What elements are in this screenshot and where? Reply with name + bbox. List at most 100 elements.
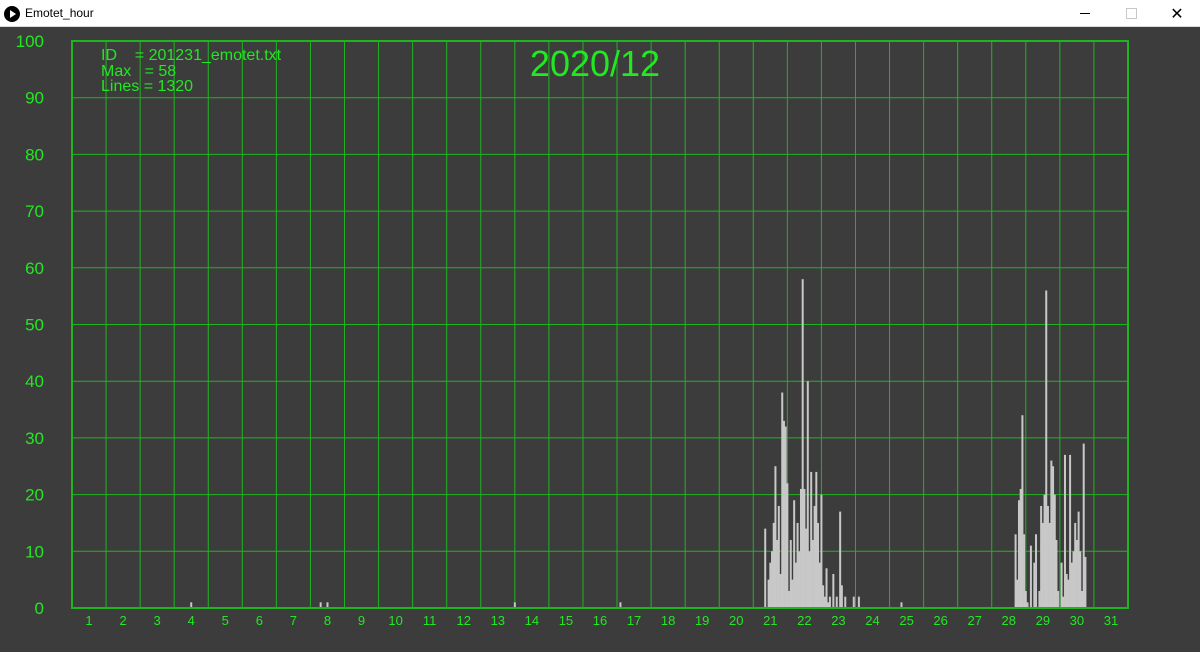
- x-tick-label: 31: [1104, 613, 1118, 628]
- chart-bar: [793, 500, 796, 608]
- x-tick-label: 26: [933, 613, 947, 628]
- chart-bar: [1077, 511, 1080, 608]
- chart-bar: [839, 511, 842, 608]
- window-title: Emotet_hour: [25, 6, 94, 20]
- y-tick-label: 20: [25, 486, 44, 505]
- chart-bar: [818, 562, 821, 608]
- chart-bar: [852, 596, 855, 608]
- chart-bar: [1069, 454, 1072, 608]
- chart-bar: [1067, 579, 1070, 608]
- chart-bar: [796, 522, 799, 608]
- window-titlebar[interactable]: Emotet_hour ✕: [0, 0, 1200, 27]
- chart-bar: [1060, 562, 1063, 608]
- chart-bar: [1082, 443, 1085, 608]
- chart-bar: [1045, 290, 1048, 608]
- chart-bar: [811, 539, 814, 608]
- x-tick-label: 14: [525, 613, 539, 628]
- chart-bar: [1033, 562, 1036, 608]
- x-tick-label: 27: [967, 613, 981, 628]
- x-tick-label: 18: [661, 613, 675, 628]
- chart-bar: [782, 420, 785, 608]
- maximize-button[interactable]: [1108, 0, 1154, 27]
- x-tick-label: 6: [256, 613, 263, 628]
- x-tick-label: 5: [222, 613, 229, 628]
- chart-grid: [72, 40, 1128, 609]
- chart-bar: [1075, 539, 1078, 608]
- chart-bar: [1081, 590, 1084, 608]
- x-tick-label: 29: [1036, 613, 1050, 628]
- chart-title: 2020/12: [530, 43, 660, 84]
- chart-bar: [1063, 454, 1066, 608]
- x-tick-label: 12: [457, 613, 471, 628]
- x-tick-label: 13: [491, 613, 505, 628]
- x-tick-label: 25: [899, 613, 913, 628]
- y-tick-label: 100: [16, 32, 44, 51]
- chart-bar: [784, 426, 787, 608]
- x-axis-ticks: 1 2 3 4 5 6 7 8 9 10 11 12 13 14 15 16 17 18 19 20 21 22 23 24 2…: [85, 613, 1118, 628]
- chart-bar: [844, 596, 847, 608]
- y-tick-label: 90: [25, 89, 44, 108]
- chart-bar: [825, 568, 828, 608]
- chart-bar: [1024, 590, 1027, 608]
- x-tick-label: 22: [797, 613, 811, 628]
- close-icon: ✕: [1170, 5, 1184, 23]
- x-tick-label: 8: [324, 613, 331, 628]
- chart-bar: [823, 596, 826, 608]
- chart-bar: [767, 579, 770, 608]
- chart-bar: [820, 494, 823, 608]
- chart-bar: [1050, 460, 1053, 608]
- chart-bar: [1065, 573, 1068, 608]
- x-tick-label: 7: [290, 613, 297, 628]
- y-tick-label: 60: [25, 259, 44, 278]
- x-tick-label: 15: [559, 613, 573, 628]
- chart-bar: [1040, 505, 1043, 608]
- chart-bar: [805, 528, 808, 608]
- chart-bar: [1017, 500, 1020, 608]
- chart-bar: [808, 551, 811, 608]
- x-tick-label: 19: [695, 613, 709, 628]
- minimize-button[interactable]: [1062, 0, 1108, 27]
- chart-bar: [777, 505, 780, 608]
- chart-bar: [1070, 562, 1073, 608]
- chart-bar: [774, 466, 777, 608]
- y-tick-label: 10: [25, 542, 44, 561]
- chart-bar: [835, 596, 838, 608]
- info-block: ID = 201231_emotet.txt Max = 58 Lines = …: [101, 47, 282, 95]
- chart-bar: [764, 528, 767, 608]
- close-button[interactable]: ✕: [1154, 0, 1200, 27]
- x-tick-label: 17: [627, 613, 641, 628]
- y-tick-label: 70: [25, 202, 44, 221]
- chart-bar: [1062, 596, 1065, 608]
- x-tick-label: 3: [154, 613, 161, 628]
- chart-bar: [772, 522, 775, 608]
- x-tick-label: 28: [1002, 613, 1016, 628]
- y-tick-label: 0: [35, 599, 44, 618]
- x-tick-label: 9: [358, 613, 365, 628]
- chart-bar: [1055, 539, 1058, 608]
- chart-bar: [776, 539, 779, 608]
- chart-bar: [1052, 466, 1055, 608]
- chart-bar: [801, 279, 804, 608]
- y-tick-label: 80: [25, 145, 44, 164]
- chart-bar: [1043, 494, 1046, 608]
- x-tick-label: 16: [593, 613, 607, 628]
- chart-bars: [190, 279, 1087, 608]
- y-tick-label: 30: [25, 429, 44, 448]
- x-tick-label: 2: [119, 613, 126, 628]
- y-tick-label: 40: [25, 372, 44, 391]
- x-tick-label: 20: [729, 613, 743, 628]
- chart-bar: [794, 562, 797, 608]
- chart-bar: [1016, 579, 1019, 608]
- chart-bar: [832, 573, 835, 608]
- chart-bar: [806, 381, 809, 608]
- chart-bar: [1023, 534, 1026, 608]
- chart-bar: [771, 551, 774, 608]
- chart-bar: [810, 471, 813, 608]
- chart-bar: [1079, 551, 1082, 608]
- chart-bar: [1053, 494, 1056, 608]
- chart-bar: [1072, 551, 1075, 608]
- y-tick-label: 50: [25, 316, 44, 335]
- info-id: ID = 201231_emotet.txt: [101, 47, 282, 64]
- emotet-hour-chart: 0102030405060708090100 1 2 3 4 5 6 7 8 9 10 11 12 13…: [16, 32, 1129, 628]
- x-tick-label: 21: [763, 613, 777, 628]
